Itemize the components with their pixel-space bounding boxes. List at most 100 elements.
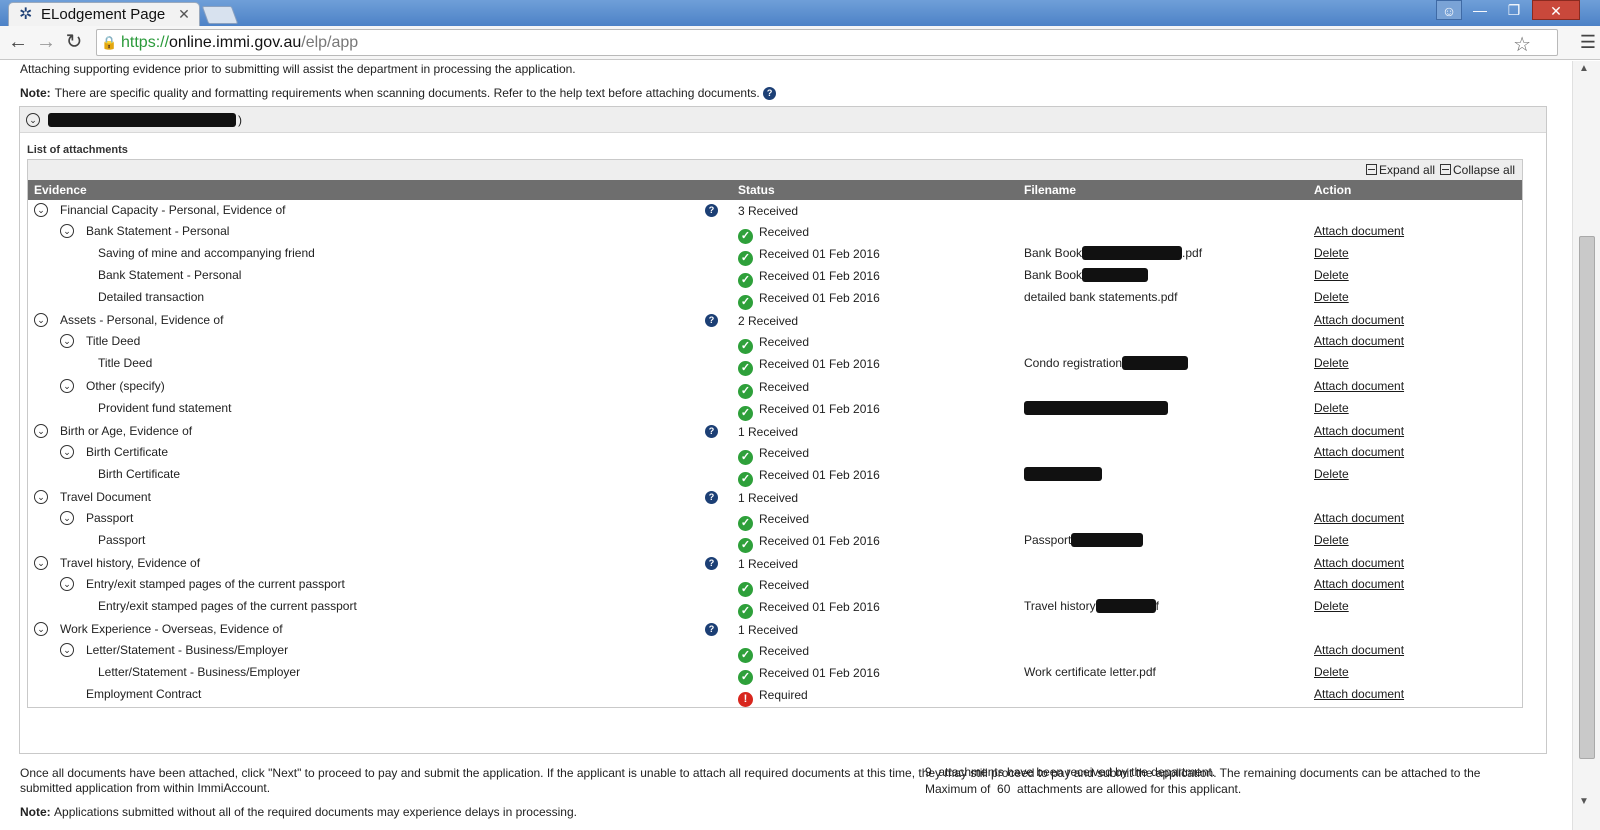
delete-link[interactable]: Delete xyxy=(1314,401,1349,415)
delete-link[interactable]: Delete xyxy=(1314,290,1349,304)
help-icon[interactable]: ? xyxy=(705,204,718,217)
note-text: There are specific quality and formattin… xyxy=(54,86,760,100)
close-window-icon[interactable]: ✕ xyxy=(1532,0,1580,20)
status-text: ✓ Received 01 Feb 2016 xyxy=(738,357,880,376)
evidence-label: Passport xyxy=(86,511,134,525)
chevron-down-icon[interactable]: ⌄ xyxy=(60,379,74,393)
back-arrow-icon[interactable]: ← xyxy=(6,30,30,54)
attach-document-link[interactable]: Attach document xyxy=(1314,511,1404,525)
help-icon[interactable]: ? xyxy=(705,557,718,570)
filename-text: Travel history xyxy=(1024,599,1096,613)
help-icon[interactable]: ? xyxy=(705,425,718,438)
expand-all-button[interactable]: Expand all xyxy=(1366,163,1435,177)
chevron-down-icon[interactable]: ⌄ xyxy=(26,112,40,127)
evidence-label: Bank Statement - Personal xyxy=(98,268,242,282)
check-icon: ✓ xyxy=(738,295,753,310)
table-row: ⌄ Letter/Statement - Business/Employer ✓… xyxy=(28,640,1522,663)
status-label: Received 01 Feb 2016 xyxy=(759,357,880,371)
help-icon[interactable]: ? xyxy=(705,623,718,636)
delete-link[interactable]: Delete xyxy=(1314,246,1349,260)
delete-link[interactable]: Delete xyxy=(1314,467,1349,481)
url-scheme: https:// xyxy=(121,33,170,51)
help-icon[interactable]: ? xyxy=(705,491,718,504)
attach-document-link[interactable]: Attach document xyxy=(1314,643,1404,657)
minimize-icon[interactable]: — xyxy=(1466,0,1494,20)
check-icon: ✓ xyxy=(738,582,753,597)
table-row: ⌄ Travel history, Evidence of ? 1 Receiv… xyxy=(28,553,1522,575)
collapse-all-button[interactable]: Collapse all xyxy=(1440,163,1515,177)
status-text: ✓ Received 01 Feb 2016 xyxy=(738,291,880,310)
intro-text: Attaching supporting evidence prior to s… xyxy=(20,62,576,76)
delete-link[interactable]: Delete xyxy=(1314,356,1349,370)
attach-document-link[interactable]: Attach document xyxy=(1314,313,1404,327)
bookmark-star-icon[interactable]: ☆ xyxy=(1513,32,1531,57)
help-icon[interactable]: ? xyxy=(763,87,777,101)
evidence-label: Detailed transaction xyxy=(98,290,205,304)
delete-link[interactable]: Delete xyxy=(1314,268,1349,282)
chevron-down-icon[interactable]: ⌄ xyxy=(34,203,48,217)
new-tab-button[interactable] xyxy=(201,6,239,24)
browser-tab[interactable]: ✲ ELodgement Page ✕ xyxy=(8,2,200,26)
check-icon: ✓ xyxy=(738,361,753,376)
column-header-status: Status xyxy=(738,183,775,197)
expand-all-label: Expand all xyxy=(1379,163,1436,177)
filename: Condo registration xyxy=(1024,356,1189,370)
chevron-down-icon[interactable]: ⌄ xyxy=(34,490,48,504)
table-row: Birth Certificate ✓ Received 01 Feb 2016 … xyxy=(28,464,1522,487)
status-label: Received xyxy=(759,335,810,349)
evidence-label: Saving of mine and accompanying friend xyxy=(98,246,315,260)
redacted-filename xyxy=(1122,356,1189,370)
tab-title: ELodgement Page xyxy=(41,6,166,23)
chevron-down-icon[interactable]: ⌄ xyxy=(34,556,48,570)
attach-document-link[interactable]: Attach document xyxy=(1314,379,1404,393)
status-text: 2 Received xyxy=(738,314,799,328)
applicant-bar[interactable]: ⌄ ) xyxy=(20,107,1546,133)
redacted-filename xyxy=(1095,599,1156,613)
chevron-down-icon[interactable]: ⌄ xyxy=(34,424,48,438)
chevron-down-icon[interactable]: ⌄ xyxy=(60,334,74,348)
chevron-down-icon[interactable]: ⌄ xyxy=(60,224,74,238)
reload-icon[interactable]: ↻ xyxy=(62,30,86,54)
address-bar[interactable]: 🔒 https://online.immi.gov.au/elp/app ☆ xyxy=(96,29,1558,56)
chevron-down-icon[interactable]: ⌄ xyxy=(34,622,48,636)
table-row: ⌄ Assets - Personal, Evidence of ? 2 Rec… xyxy=(28,310,1522,332)
table-row: ⌄ Title Deed ✓ Received Attach document xyxy=(28,331,1522,354)
tab-close-icon[interactable]: ✕ xyxy=(175,6,193,23)
attach-document-link[interactable]: Attach document xyxy=(1314,424,1404,438)
chevron-down-icon[interactable]: ⌄ xyxy=(60,445,74,459)
filename-text: Condo registration xyxy=(1024,356,1123,370)
maximize-icon[interactable]: ❐ xyxy=(1500,0,1528,20)
column-header-evidence: Evidence xyxy=(34,183,87,197)
status-label: Received 01 Feb 2016 xyxy=(759,666,880,680)
browser-menu-icon[interactable]: ☰ xyxy=(1580,32,1596,53)
attach-document-link[interactable]: Attach document xyxy=(1314,577,1404,591)
status-text: ✓ Received 01 Feb 2016 xyxy=(738,600,880,619)
evidence-label: Letter/Statement - Business/Employer xyxy=(86,643,289,657)
vertical-scrollbar[interactable]: ▲ ▼ xyxy=(1572,61,1600,830)
user-profile-icon[interactable]: ☺ xyxy=(1436,0,1462,20)
chevron-down-icon[interactable]: ⌄ xyxy=(60,577,74,591)
attach-document-link[interactable]: Attach document xyxy=(1314,334,1404,348)
scrollbar-thumb[interactable] xyxy=(1579,236,1595,759)
scroll-up-arrow-icon[interactable]: ▲ xyxy=(1579,63,1589,74)
evidence-label: Birth Certificate xyxy=(86,445,169,459)
filename xyxy=(1024,467,1102,481)
scroll-down-arrow-icon[interactable]: ▼ xyxy=(1579,796,1589,807)
check-icon: ✓ xyxy=(738,384,753,399)
evidence-label: Bank Statement - Personal xyxy=(86,224,230,238)
table-row: ⌄ Other (specify) ✓ Received Attach docum… xyxy=(28,376,1522,399)
status-label: Received 01 Feb 2016 xyxy=(759,247,880,261)
chevron-down-icon[interactable]: ⌄ xyxy=(34,313,48,327)
chevron-down-icon[interactable]: ⌄ xyxy=(60,511,74,525)
attach-document-link[interactable]: Attach document xyxy=(1314,687,1404,701)
delete-link[interactable]: Delete xyxy=(1314,533,1349,547)
forward-arrow-icon[interactable]: → xyxy=(34,30,58,54)
help-icon[interactable]: ? xyxy=(705,314,718,327)
attach-document-link[interactable]: Attach document xyxy=(1314,445,1404,459)
applicant-suffix: ) xyxy=(238,112,242,127)
attach-document-link[interactable]: Attach document xyxy=(1314,224,1404,238)
chevron-down-icon[interactable]: ⌄ xyxy=(60,643,74,657)
delete-link[interactable]: Delete xyxy=(1314,599,1349,613)
attach-document-link[interactable]: Attach document xyxy=(1314,556,1404,570)
delete-link[interactable]: Delete xyxy=(1314,665,1349,679)
